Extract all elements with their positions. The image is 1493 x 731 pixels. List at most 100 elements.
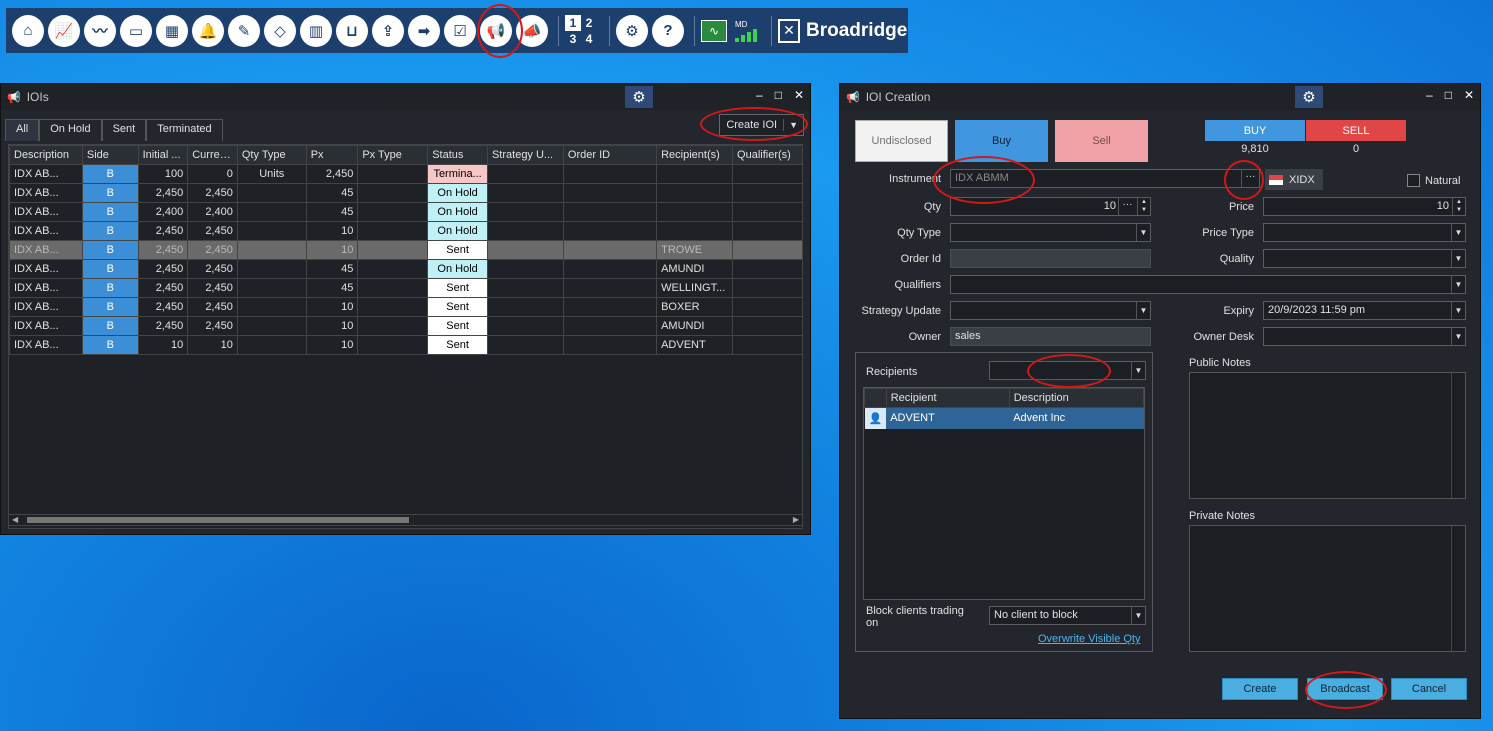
tab-sent[interactable]: Sent: [101, 119, 147, 141]
quality-select[interactable]: ▼: [1263, 249, 1466, 268]
folder-icon[interactable]: ▭: [120, 14, 152, 47]
maximize-icon[interactable]: □: [1445, 88, 1452, 102]
megaphone-icon[interactable]: 📢: [480, 14, 512, 47]
private-notes-field[interactable]: [1189, 525, 1466, 652]
document-export-icon[interactable]: ⇪: [372, 14, 404, 47]
column-header[interactable]: Initial ...: [137, 145, 189, 165]
public-notes-field[interactable]: [1189, 372, 1466, 499]
checklist-icon[interactable]: ☑: [444, 14, 476, 47]
chevron-down-icon[interactable]: ▼: [1451, 250, 1465, 267]
instrument-field[interactable]: IDX ABMM ···: [950, 169, 1260, 188]
public-notes-scrollbar[interactable]: [1451, 373, 1465, 498]
qualifiers-select[interactable]: ▼: [950, 275, 1466, 294]
recipients-col-description[interactable]: Description: [1008, 388, 1145, 408]
table-row[interactable]: IDX AB... B 2,400 2,400 45 On Hold: [9, 202, 802, 222]
market-data-signal-icon[interactable]: MD: [735, 20, 757, 42]
gear-icon[interactable]: ⚙: [616, 14, 648, 47]
heartbeat-icon[interactable]: ∿: [701, 19, 727, 42]
recipients-select[interactable]: ▼: [989, 361, 1146, 380]
natural-checkbox[interactable]: [1407, 174, 1420, 187]
broadcast-button[interactable]: Broadcast: [1307, 678, 1383, 700]
tab-on-hold[interactable]: On Hold: [39, 119, 102, 141]
strategy-update-select[interactable]: ▼: [950, 301, 1151, 320]
recipients-col-recipient[interactable]: Recipient: [885, 388, 1010, 408]
table-row[interactable]: IDX AB... B 2,450 2,450 45 On Hold AMUNDI: [9, 259, 802, 279]
more-icon[interactable]: ···: [1118, 198, 1136, 215]
table-row[interactable]: IDX AB... B 2,450 2,450 10 Sent BOXER: [9, 297, 802, 317]
private-notes-scrollbar[interactable]: [1451, 526, 1465, 651]
column-header[interactable]: Curren...: [187, 145, 238, 165]
sell-button[interactable]: Sell: [1055, 120, 1148, 162]
create-ioi-button[interactable]: Create IOI ▼: [719, 114, 804, 136]
bell-icon[interactable]: 🔔: [192, 14, 224, 47]
horizontal-scrollbar[interactable]: ◀ ▶: [8, 514, 803, 526]
minimize-icon[interactable]: –: [756, 88, 763, 102]
home-icon[interactable]: ⌂: [12, 14, 44, 47]
column-header[interactable]: Order ID: [562, 145, 658, 165]
recipient-row[interactable]: 👤 ADVENT Advent Inc: [864, 407, 1144, 429]
column-header[interactable]: Recipient(s): [656, 145, 734, 165]
chevron-down-icon[interactable]: ▼: [784, 120, 803, 130]
gear-icon[interactable]: ⚙: [1295, 86, 1323, 108]
table-row[interactable]: IDX AB... B 10 10 10 Sent ADVENT: [9, 335, 802, 355]
pulse-icon[interactable]: 〰: [84, 14, 116, 47]
column-header[interactable]: Px: [305, 145, 359, 165]
column-header[interactable]: Side: [81, 145, 139, 165]
column-header[interactable]: Qualifier(s): [732, 145, 802, 165]
price-spinner[interactable]: ▲ ▼: [1452, 198, 1465, 215]
more-icon[interactable]: ···: [1241, 170, 1259, 187]
close-icon[interactable]: ✕: [794, 88, 804, 102]
chevron-down-icon[interactable]: ▼: [1451, 328, 1465, 345]
table-row[interactable]: IDX AB... B 100 0 Units 2,450 Termina...: [9, 164, 802, 184]
cube-icon[interactable]: ◇: [264, 14, 296, 47]
block-clients-select[interactable]: No client to block ▼: [989, 606, 1146, 625]
maximize-icon[interactable]: □: [775, 88, 782, 102]
column-header[interactable]: Status: [427, 145, 488, 165]
tab-all[interactable]: All: [5, 119, 40, 141]
price-type-select[interactable]: ▼: [1263, 223, 1466, 242]
qty-spinner[interactable]: ▲ ▼: [1137, 198, 1150, 215]
chart-icon[interactable]: 📈: [48, 14, 80, 47]
column-header[interactable]: Strategy U...: [486, 145, 564, 165]
table-row[interactable]: IDX AB... B 2,450 2,450 45 Sent WELLINGT...: [9, 278, 802, 298]
table-row[interactable]: IDX AB... B 2,450 2,450 10 Sent AMUNDI: [9, 316, 802, 336]
price-field[interactable]: 10 ▲ ▼: [1263, 197, 1466, 216]
create-button[interactable]: Create: [1222, 678, 1298, 700]
layout-grid-icon[interactable]: 1234: [565, 14, 597, 47]
column-header[interactable]: Px Type: [357, 145, 429, 165]
exchange-badge[interactable]: XIDX: [1265, 169, 1323, 190]
chevron-down-icon[interactable]: ▼: [1451, 276, 1465, 293]
chevron-down-icon[interactable]: ▼: [1451, 224, 1465, 241]
gear-icon[interactable]: ⚙: [625, 86, 653, 108]
column-header[interactable]: Description: [9, 145, 83, 165]
basket-icon[interactable]: ⊔: [336, 14, 368, 47]
close-icon[interactable]: ✕: [1464, 88, 1474, 102]
chevron-down-icon[interactable]: ▼: [1136, 302, 1150, 319]
arrow-right-icon[interactable]: ➡: [408, 14, 440, 47]
buy-button[interactable]: Buy: [955, 120, 1048, 162]
building-icon[interactable]: ▥: [300, 14, 332, 47]
table-row[interactable]: IDX AB... B 2,450 2,450 10 Sent TROWE: [9, 240, 802, 260]
expiry-field[interactable]: 20/9/2023 11:59 pm ▼: [1263, 301, 1466, 320]
calculator-icon[interactable]: ▦: [156, 14, 188, 47]
megaphone-send-icon[interactable]: 📣: [516, 14, 548, 47]
chevron-down-icon[interactable]: ▼: [1131, 362, 1145, 379]
cancel-button[interactable]: Cancel: [1391, 678, 1467, 700]
table-row[interactable]: IDX AB... B 2,450 2,450 10 On Hold: [9, 221, 802, 241]
chevron-down-icon[interactable]: ▼: [1451, 302, 1465, 319]
column-header[interactable]: Qty Type: [236, 145, 307, 165]
pen-icon[interactable]: ✎: [228, 14, 260, 47]
owner-desk-select[interactable]: ▼: [1263, 327, 1466, 346]
help-icon[interactable]: ?: [652, 14, 684, 47]
chevron-down-icon[interactable]: ▼: [1136, 224, 1150, 241]
qty-field[interactable]: 10 ··· ▲ ▼: [950, 197, 1151, 216]
minimize-icon[interactable]: –: [1426, 88, 1433, 102]
scroll-thumb[interactable]: [27, 517, 409, 523]
scroll-right-icon[interactable]: ▶: [793, 515, 799, 524]
chevron-down-icon[interactable]: ▼: [1131, 607, 1145, 624]
undisclosed-button[interactable]: Undisclosed: [855, 120, 948, 162]
overwrite-visible-qty-link[interactable]: Overwrite Visible Qty: [1038, 633, 1141, 645]
table-row[interactable]: IDX AB... B 2,450 2,450 45 On Hold: [9, 183, 802, 203]
tab-terminated[interactable]: Terminated: [146, 119, 223, 141]
scroll-left-icon[interactable]: ◀: [12, 515, 18, 524]
